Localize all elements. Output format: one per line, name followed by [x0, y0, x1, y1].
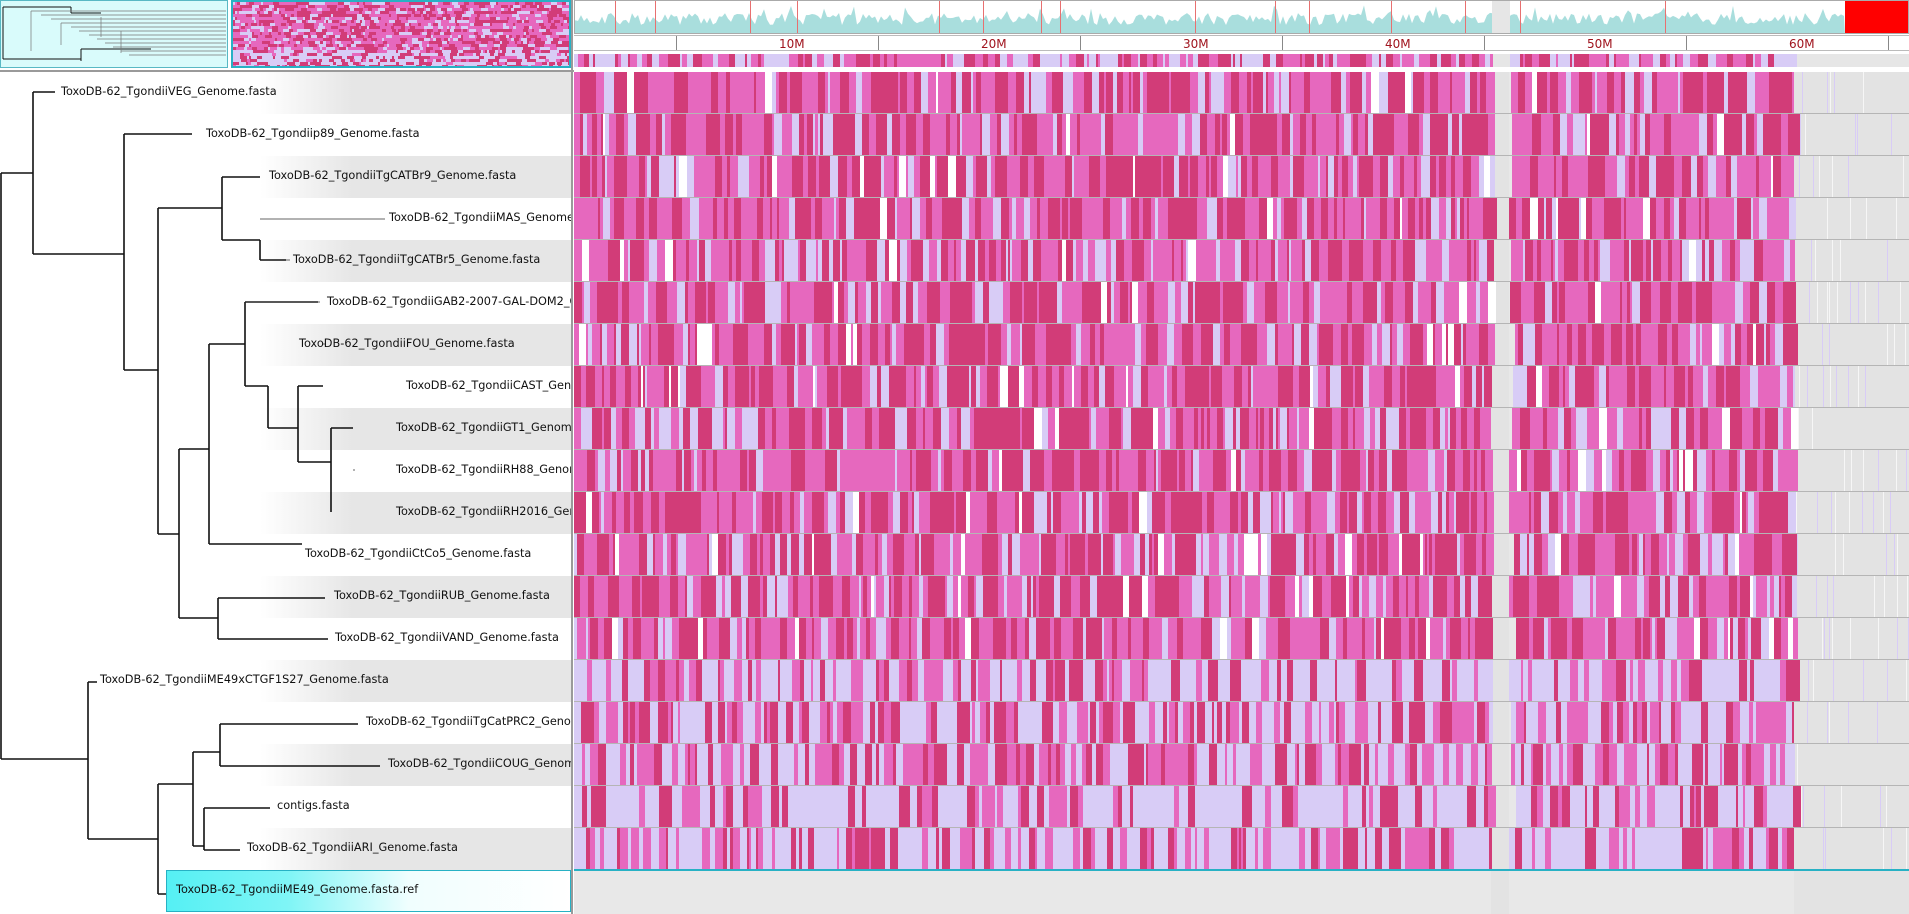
tree-leaf-label[interactable]: ToxoDB-62_TgondiiTgCATBr5_Genome.fasta	[293, 253, 540, 266]
genome-ruler[interactable]: 10M 20M 30M 40M 50M 60M	[574, 35, 1909, 51]
heatmap-row[interactable]	[574, 618, 1909, 659]
heatmap-row[interactable]	[574, 786, 1909, 827]
similarity-heatmap[interactable]	[574, 72, 1909, 914]
heatmap-row-cells	[574, 744, 1798, 785]
tree-leaf-label[interactable]: ToxoDB-62_TgondiiMAS_Genome.fas	[389, 211, 571, 224]
ruler-tick-line	[1888, 36, 1889, 50]
heatmap-row-cells	[574, 576, 1908, 617]
heatmap-row[interactable]	[574, 324, 1909, 365]
heatmap-row[interactable]	[574, 702, 1909, 743]
ruler-tick-label: 20M	[981, 37, 1007, 51]
heatmap-row[interactable]	[574, 534, 1909, 575]
tree-leaf-label[interactable]: ToxoDB-62_TgondiiRH2016_Genome.fasta	[396, 505, 571, 518]
heatmap-row[interactable]	[574, 828, 1909, 869]
heatmap-row[interactable]	[574, 744, 1909, 785]
selected-reference-row[interactable]: ToxoDB-62_TgondiiME49_Genome.fasta.ref	[166, 870, 571, 912]
heatmap-row[interactable]	[574, 660, 1909, 701]
ruler-tick-line	[1282, 36, 1283, 50]
reference-leaf-label[interactable]: ToxoDB-62_TgondiiME49_Genome.fasta.ref	[176, 883, 418, 896]
heatmap-row-cells	[574, 450, 1907, 491]
tree-leaf-label[interactable]: ToxoDB-62_TgondiiRH88_Genome.fasta	[396, 463, 571, 476]
overview-heatmap-thumbnail[interactable]	[231, 0, 571, 68]
tree-leaf-label[interactable]: ToxoDB-62_TgondiiRUB_Genome.fasta	[334, 589, 550, 602]
tree-leaf-label[interactable]: ToxoDB-62_TgondiiTgCatPRC2_Genome.	[366, 715, 571, 728]
heatmap-row[interactable]	[574, 156, 1909, 197]
heatmap-row-cells	[574, 618, 1909, 659]
heatmap-row-cells	[574, 408, 1813, 449]
heatmap-row[interactable]	[574, 576, 1909, 617]
ruler-tick-line	[1686, 36, 1687, 50]
tree-branches	[0, 91, 385, 895]
tree-leaf-label[interactable]: contigs.fasta	[277, 799, 350, 812]
ruler-tick-line	[1080, 36, 1081, 50]
heatmap-row-cells	[574, 240, 1888, 281]
heatmap-row[interactable]	[574, 198, 1909, 239]
ruler-tick-label: 40M	[1385, 37, 1411, 51]
heatmap-row-cells	[574, 492, 1891, 533]
heatmap-row-cells	[574, 534, 1898, 575]
ruler-tick-line	[676, 36, 677, 50]
heatmap-row-cells	[574, 198, 1897, 239]
heatmap-row[interactable]	[574, 492, 1909, 533]
heatmap-row[interactable]	[574, 72, 1909, 113]
summary-heat-svg	[574, 54, 1909, 67]
heatmap-row-cells	[574, 366, 1866, 407]
tree-leaf-label[interactable]: ToxoDB-62_TgondiiME49xCTGF1S27_Genome.fa…	[100, 673, 389, 686]
phylogenetic-tree-panel[interactable]: ToxoDB-62_TgondiiVEG_Genome.fasta ToxoDB…	[0, 72, 571, 914]
tree-leaf-label[interactable]: ToxoDB-62_TgondiiCtCo5_Genome.fasta	[305, 547, 531, 560]
tree-leaf-label[interactable]: ToxoDB-62_TgondiiTgCATBr9_Genome.fasta	[269, 169, 516, 182]
overview-heatmap-svg	[233, 2, 569, 66]
heatmap-row-cells	[574, 324, 1906, 365]
ruler-tick-label: 10M	[779, 37, 805, 51]
tree-leaf-label[interactable]: ToxoDB-62_TgondiiCOUG_Genome.fa	[388, 757, 571, 770]
heatmap-row[interactable]	[574, 114, 1909, 155]
tree-leaf-label[interactable]: ToxoDB-62_TgondiiGAB2-2007-GAL-DOM2_Geno	[327, 295, 571, 308]
overview-tree-svg	[2, 6, 226, 61]
tree-leaf-label[interactable]: ToxoDB-62_TgondiiFOU_Genome.fasta	[299, 337, 515, 350]
heatmap-row-cells	[574, 660, 1907, 701]
panel-divider[interactable]	[571, 0, 573, 914]
ruler-tick-label: 60M	[1789, 37, 1815, 51]
reference-row-outline	[574, 869, 1909, 871]
ruler-tick-line	[878, 36, 879, 50]
ruler-tick-line	[1484, 36, 1485, 50]
heatmap-row[interactable]	[574, 240, 1909, 281]
heatmap-row-cells	[574, 828, 1907, 869]
tree-leaf-label[interactable]: ToxoDB-62_TgondiiVEG_Genome.fasta	[61, 85, 277, 98]
ruler-tick-label: 50M	[1587, 37, 1613, 51]
ruler-tick-label: 30M	[1183, 37, 1209, 51]
tree-leaf-label[interactable]: ToxoDB-62_TgondiiGT1_Genome.fasta	[396, 421, 571, 434]
heatmap-row-cells	[574, 702, 1878, 743]
heatmap-row-cells	[574, 114, 1892, 155]
overview-tree-thumbnail[interactable]	[0, 0, 228, 68]
tree-leaf-label[interactable]: ToxoDB-62_TgondiiCAST_Genome.fasta	[406, 379, 571, 392]
heatmap-row[interactable]	[574, 450, 1909, 491]
heatmap-row-cells	[574, 72, 1864, 113]
heatmap-row[interactable]	[574, 366, 1909, 407]
tree-leaf-label[interactable]: ToxoDB-62_Tgondiip89_Genome.fasta	[206, 127, 420, 140]
coverage-plot	[575, 1, 1908, 33]
coverage-track[interactable]	[574, 0, 1909, 34]
tree-leaf-label[interactable]: ToxoDB-62_TgondiiARI_Genome.fasta	[247, 841, 458, 854]
heatmap-row-cells	[574, 786, 1887, 827]
summary-heat-strip	[574, 53, 1909, 67]
heatmap-row-cells	[574, 156, 1904, 197]
heatmap-row[interactable]	[574, 282, 1909, 323]
tree-leaf-label[interactable]: ToxoDB-62_TgondiiVAND_Genome.fasta	[335, 631, 559, 644]
heatmap-row[interactable]	[574, 408, 1909, 449]
heatmap-row-cells	[574, 282, 1901, 323]
